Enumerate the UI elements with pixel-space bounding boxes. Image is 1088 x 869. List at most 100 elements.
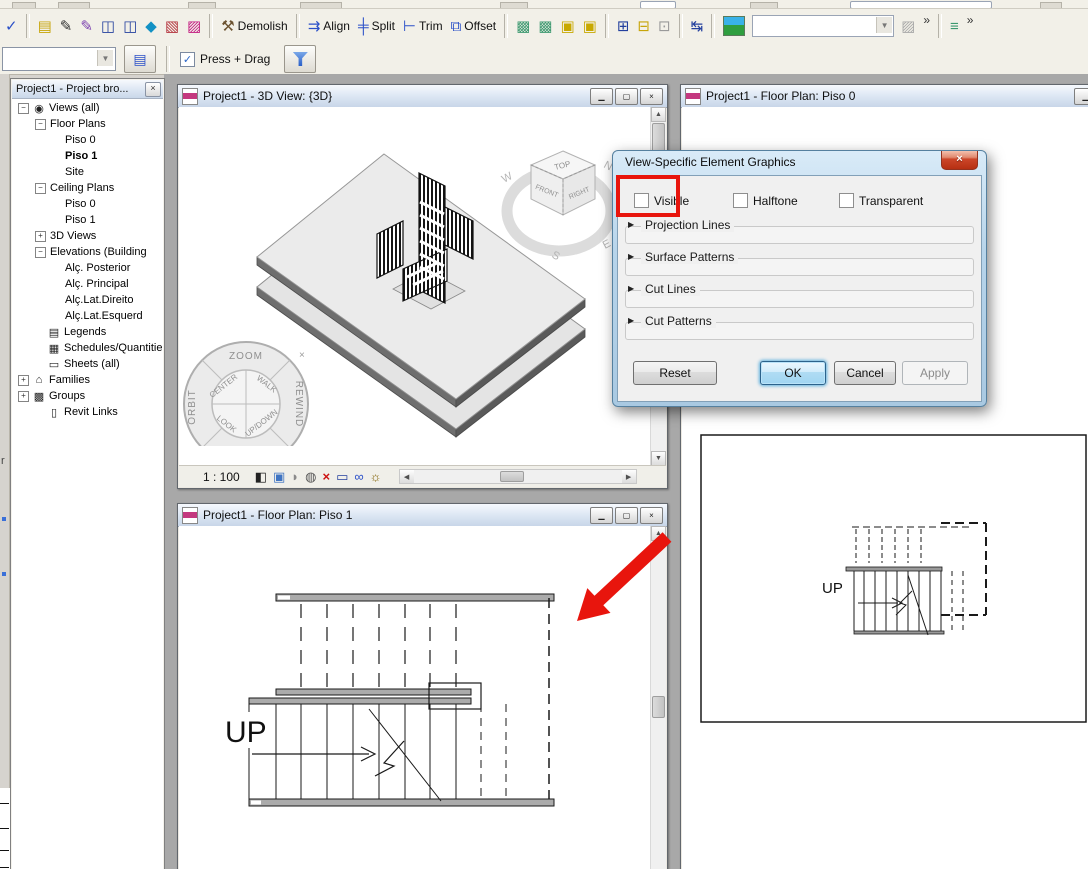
scroll-right-button[interactable]: ▶ (621, 470, 636, 483)
panel-close-button[interactable]: × (145, 82, 161, 97)
crop-view-icon[interactable]: × (323, 470, 331, 483)
scroll-up-button[interactable]: ▲ (651, 107, 666, 122)
expand-icon[interactable]: + (18, 374, 29, 386)
design-options-icon[interactable]: ≡ (947, 13, 962, 39)
horizontal-scrollbar[interactable]: ◀ ▶ (398, 469, 637, 484)
cancel-button[interactable]: Cancel (834, 361, 896, 385)
reset-button[interactable]: Reset (633, 361, 717, 385)
element-properties-button[interactable]: ▤ (124, 45, 156, 73)
crop-region-boundary[interactable] (700, 434, 1087, 723)
edit-profile-icon[interactable]: ⊡ (655, 13, 674, 39)
options-overflow-chevron[interactable]: » (964, 13, 977, 39)
project-browser-titlebar[interactable]: Project1 - Project bro... × (12, 80, 163, 99)
tree-item-piso-1[interactable]: Piso 1 (12, 212, 163, 228)
tree-item-floor-plans[interactable]: − Floor Plans (12, 116, 163, 132)
render-region-icon[interactable]: ▨ (898, 13, 918, 39)
tree-item-revit-links[interactable]: ▯ Revit Links (12, 404, 163, 420)
tree-item-piso-0[interactable]: Piso 0 (12, 132, 163, 148)
steering-wheel[interactable]: ZOOM PAN ORBIT REWIND CENTER WALK LOOK U… (183, 341, 309, 466)
section-expand-icon[interactable]: ▶ (628, 316, 634, 325)
opening-tool-icon[interactable]: ↹ (688, 13, 707, 39)
tree-item-schedules-quantitie[interactable]: ▦ Schedules/Quantitie (12, 340, 163, 356)
apply-button[interactable]: Apply (902, 361, 968, 385)
section-expand-icon[interactable]: ▶ (628, 284, 634, 293)
shadows-icon[interactable]: ◗ (291, 470, 299, 483)
tree-item-al-lat-esquerd[interactable]: Alç.Lat.Esquerd (12, 308, 163, 324)
close-button[interactable]: × (640, 88, 663, 105)
trim-button[interactable]: ⊢ Trim (400, 13, 446, 39)
surface-patterns-section[interactable]: ▶ Surface Patterns (624, 250, 975, 282)
render-scene-select[interactable]: ▼ (752, 15, 895, 37)
tree-item-site[interactable]: Site (12, 164, 163, 180)
wheel-rewind[interactable]: REWIND (293, 381, 304, 428)
rendering-image-icon-button[interactable] (720, 13, 748, 39)
offset-button[interactable]: ⧉ Offset (448, 13, 500, 39)
tree-item-elevations-building[interactable]: − Elevations (Building (12, 244, 163, 260)
align-button[interactable]: ⇉ Align (305, 13, 353, 39)
restore-button[interactable]: ▢ (615, 88, 638, 105)
minimize-button[interactable]: ▁ (1074, 88, 1088, 105)
tree-item-3d-views[interactable]: +3D Views (12, 228, 163, 244)
tree-item-al-lat-direito[interactable]: Alç.Lat.Direito (12, 292, 163, 308)
viewcube[interactable]: W N S E TOP FRONT RIGHT (500, 150, 617, 263)
render-dialog-icon[interactable]: ◍ (305, 470, 316, 483)
window-3d-titlebar[interactable]: Project1 - 3D View: {3D} ▁ ▢ × (178, 85, 667, 108)
wall-sweep-icon[interactable]: ▨ (184, 13, 204, 39)
collapse-icon[interactable]: − (35, 182, 46, 194)
minimize-button[interactable]: ▁ (590, 88, 613, 105)
cut-patterns-section[interactable]: ▶ Cut Patterns (624, 314, 975, 346)
demolish-button[interactable]: ⚒ Demolish (218, 13, 290, 39)
edit-group-icon[interactable]: ▩ (535, 13, 555, 39)
dropdown-arrow-icon[interactable]: ▼ (876, 17, 893, 33)
toolbar-overflow-chevron[interactable]: » (920, 13, 933, 39)
paint-spline-icon[interactable]: ✎ (77, 13, 96, 39)
transparent-checkbox[interactable] (839, 193, 854, 208)
transfer-project-icon[interactable]: ▧ (162, 13, 182, 39)
press-drag-option[interactable]: ✓ Press + Drag (180, 51, 270, 67)
create-group-icon[interactable]: ▩ (513, 13, 533, 39)
scroll-down-button[interactable]: ▼ (651, 451, 666, 466)
cut-profile-icon[interactable]: ⊟ (634, 13, 653, 39)
wheel-zoom[interactable]: ZOOM (229, 351, 263, 362)
tree-item-ceiling-plans[interactable]: − Ceiling Plans (12, 180, 163, 196)
projection-lines-section[interactable]: ▶ Projection Lines (624, 218, 975, 250)
cut-lines-section[interactable]: ▶ Cut Lines (624, 282, 975, 314)
expand-icon[interactable]: + (18, 390, 29, 402)
tree-item-sheets-all[interactable]: ▭ Sheets (all) (12, 356, 163, 372)
window-piso0-titlebar[interactable]: Project1 - Floor Plan: Piso 0 ▁▢× (681, 85, 1088, 108)
wheel-orbit[interactable]: ORBIT (187, 389, 198, 425)
tree-item-piso-1[interactable]: Piso 1 (12, 148, 163, 164)
temporary-hide-icon[interactable]: ∞ (354, 470, 363, 483)
crop-region-icon[interactable]: ▭ (336, 470, 348, 483)
collapse-icon[interactable]: − (18, 102, 29, 114)
tree-item-al-posterior[interactable]: Alç. Posterior (12, 260, 163, 276)
ok-button[interactable]: OK (760, 361, 826, 385)
collapse-icon[interactable]: − (35, 118, 46, 130)
detail-level-icon[interactable]: ◧ (255, 470, 267, 483)
scroll-left-button[interactable]: ◀ (399, 470, 414, 483)
scrollbar-thumb[interactable] (499, 471, 524, 482)
dialog-close-button[interactable]: × (941, 151, 978, 170)
copy-tool-icon[interactable]: ◫ (120, 13, 140, 39)
reveal-hidden-icon[interactable]: ☼ (370, 470, 382, 483)
dropdown-arrow-icon[interactable]: ▼ (97, 50, 113, 66)
collapse-icon[interactable]: − (35, 246, 46, 258)
wall-joins-icon[interactable]: ⊞ (614, 13, 633, 39)
filter-button[interactable] (284, 45, 317, 73)
paint-bucket-icon[interactable]: ◆ (142, 13, 160, 39)
tree-item-families[interactable]: + ⌂ Families (12, 372, 163, 388)
type-selector-combobox[interactable]: ▼ (2, 47, 116, 71)
press-drag-checkbox[interactable]: ✓ (180, 51, 195, 67)
scrollbar-thumb[interactable] (652, 696, 665, 718)
section-expand-icon[interactable]: ▶ (628, 220, 634, 229)
tree-item-piso-0[interactable]: Piso 0 (12, 196, 163, 212)
wheel-close-icon[interactable]: × (299, 350, 305, 361)
tape-measure-icon[interactable]: ▤ (35, 13, 55, 39)
group-exclude-icon[interactable]: ▣ (580, 13, 600, 39)
match-properties-icon[interactable]: ✎ (57, 13, 76, 39)
spelling-check-icon[interactable]: ✓ (2, 13, 21, 39)
section-expand-icon[interactable]: ▶ (628, 252, 634, 261)
halftone-checkbox[interactable] (733, 193, 748, 208)
visual-style-icon[interactable]: ▣ (273, 470, 285, 483)
split-button[interactable]: ╪ Split (355, 13, 398, 39)
